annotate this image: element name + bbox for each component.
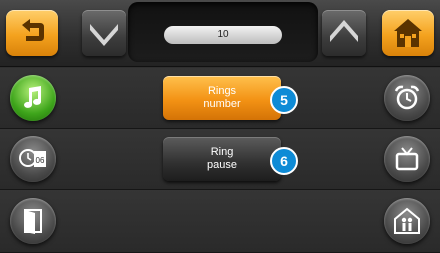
rings-number-button[interactable]: Rings number bbox=[163, 76, 281, 120]
clock-calendar-icon: 06 bbox=[19, 149, 46, 167]
ring-pause-label-line2: pause bbox=[207, 159, 237, 171]
screen: 10 Rings number 5 06 Ring pause 6 bbox=[0, 0, 440, 253]
decrease-button[interactable] bbox=[82, 10, 126, 56]
alarm-button[interactable] bbox=[384, 75, 430, 121]
door-icon bbox=[24, 209, 42, 234]
rings-number-label-line2: number bbox=[203, 98, 241, 110]
row-rings-number: Rings number 5 bbox=[0, 68, 440, 129]
row-bottom bbox=[0, 190, 440, 253]
chevron-up-icon bbox=[330, 20, 358, 42]
rings-number-badge: 5 bbox=[270, 86, 298, 114]
ring-pause-badge: 6 bbox=[270, 147, 298, 175]
chevron-down-icon bbox=[90, 24, 118, 46]
row-ring-pause: 06 Ring pause 6 bbox=[0, 129, 440, 190]
ring-pause-label-line1: Ring bbox=[210, 146, 234, 158]
value-display: 10 bbox=[128, 2, 318, 62]
house-people-icon bbox=[394, 207, 420, 234]
timer-button[interactable]: 06 bbox=[10, 136, 56, 182]
music-button[interactable] bbox=[10, 75, 56, 121]
ring-pause-button[interactable]: Ring pause bbox=[163, 137, 281, 181]
top-bar: 10 bbox=[0, 0, 440, 67]
house-people-button[interactable] bbox=[384, 198, 430, 244]
back-arrow-icon bbox=[22, 19, 44, 41]
svg-text:06: 06 bbox=[36, 156, 45, 165]
tv-button[interactable] bbox=[384, 136, 430, 182]
home-button[interactable] bbox=[382, 10, 434, 56]
home-icon bbox=[394, 19, 422, 47]
increase-button[interactable] bbox=[322, 10, 366, 56]
back-button[interactable] bbox=[6, 10, 58, 56]
rings-number-label-line1: Rings bbox=[207, 85, 237, 97]
value-field: 10 bbox=[164, 26, 282, 44]
alarm-clock-icon bbox=[394, 85, 420, 110]
door-button[interactable] bbox=[10, 198, 56, 244]
music-note-icon bbox=[24, 86, 41, 108]
tv-icon bbox=[395, 147, 419, 171]
